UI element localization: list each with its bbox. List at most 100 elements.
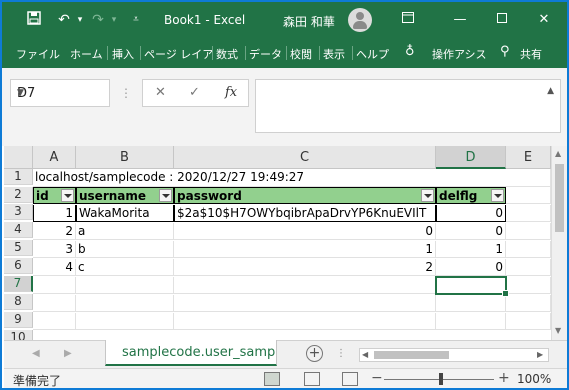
column-header-d[interactable]: D — [436, 146, 506, 169]
column-header-b[interactable]: B — [76, 146, 174, 169]
table-cell[interactable]: $2a$10$H7OWYbqibrApaDrvYP6KnuEVIlT — [174, 205, 436, 222]
undo-dropdown-icon[interactable]: ▾ — [70, 11, 90, 29]
empty-cell[interactable] — [506, 241, 551, 258]
vertical-scroll-thumb[interactable] — [555, 164, 564, 232]
table-cell[interactable]: 0 — [436, 223, 506, 240]
table-cell[interactable]: 0 — [436, 205, 506, 222]
zoom-slider-knob[interactable] — [439, 373, 443, 385]
header-cell-id[interactable]: id — [33, 187, 76, 204]
zoom-level[interactable]: 100% — [517, 372, 551, 386]
table-cell[interactable]: c — [76, 259, 174, 276]
empty-cell[interactable] — [33, 277, 76, 294]
splitter-dots-icon[interactable]: ⋮ — [336, 348, 346, 359]
avatar[interactable] — [348, 8, 372, 32]
empty-cell[interactable] — [174, 295, 436, 312]
empty-cell[interactable] — [506, 313, 551, 330]
sheet-prev-icon[interactable]: ◀ — [32, 348, 40, 359]
empty-cell[interactable] — [76, 295, 174, 312]
tab-review[interactable]: 校閲 — [290, 46, 312, 62]
empty-cell[interactable] — [174, 313, 436, 330]
column-header-e[interactable]: E — [506, 146, 551, 169]
empty-cell[interactable] — [33, 295, 76, 312]
cell-a1[interactable]: localhost/samplecode : 2020/12/27 19:49:… — [33, 169, 551, 187]
empty-cell[interactable] — [506, 205, 551, 222]
empty-cell[interactable] — [174, 277, 436, 294]
row-header-2[interactable]: 2 — [4, 187, 33, 203]
close-icon[interactable]: ✕ — [532, 9, 556, 31]
row-header-8[interactable]: 8 — [4, 294, 33, 310]
empty-cell[interactable] — [506, 223, 551, 240]
add-sheet-icon[interactable]: + — [306, 345, 323, 362]
minimize-icon[interactable]: — — [448, 9, 472, 31]
table-cell[interactable]: 3 — [33, 241, 76, 258]
table-cell[interactable]: WakaMorita — [76, 205, 174, 222]
table-cell[interactable]: 2 — [33, 223, 76, 240]
tab-formulas[interactable]: 数式 — [216, 46, 238, 62]
table-cell[interactable]: a — [76, 223, 174, 240]
table-cell[interactable]: 1 — [174, 241, 436, 258]
share-button[interactable]: 共有 — [520, 46, 542, 62]
table-cell[interactable]: 0 — [174, 223, 436, 240]
column-header-a[interactable]: A — [33, 146, 76, 169]
page-layout-view-icon[interactable] — [304, 372, 320, 386]
scroll-up-icon[interactable]: ▲ — [555, 149, 561, 158]
empty-cell[interactable] — [506, 295, 551, 312]
table-cell[interactable]: b — [76, 241, 174, 258]
sheet-tab-active[interactable]: samplecode.user_samp — [105, 340, 277, 366]
filter-dropdown-icon[interactable] — [61, 189, 74, 202]
scroll-left-icon[interactable]: ◀ — [362, 350, 368, 359]
table-cell[interactable]: 4 — [33, 259, 76, 276]
zoom-in-icon[interactable]: + — [498, 370, 510, 386]
enter-icon[interactable]: ✓ — [189, 85, 200, 100]
tab-view[interactable]: 表示 — [323, 46, 345, 62]
row-header-3[interactable]: 3 — [4, 204, 33, 220]
tab-home[interactable]: ホーム — [70, 46, 103, 62]
row-header-6[interactable]: 6 — [4, 258, 33, 274]
tab-page-layout[interactable]: ページ レイア — [144, 46, 213, 62]
table-cell[interactable]: 1 — [436, 241, 506, 258]
row-header-4[interactable]: 4 — [4, 222, 33, 238]
column-header-c[interactable]: C — [174, 146, 436, 169]
horizontal-scrollbar[interactable]: ◀ ▶ — [359, 348, 549, 362]
row-header-5[interactable]: 5 — [4, 240, 33, 256]
save-icon[interactable] — [24, 11, 44, 29]
empty-cell[interactable] — [76, 277, 174, 294]
tab-data[interactable]: データ — [249, 46, 282, 62]
share-icon[interactable]: ⚲ — [500, 44, 510, 59]
select-all-button[interactable] — [4, 146, 33, 169]
empty-cell[interactable] — [436, 313, 506, 330]
insert-function-icon[interactable]: fx — [225, 85, 237, 100]
normal-view-icon[interactable] — [264, 372, 280, 386]
formula-input[interactable]: ▲ — [255, 79, 561, 133]
tab-file[interactable]: ファイル — [16, 46, 60, 62]
vertical-scrollbar[interactable]: ▲ ▼ — [551, 146, 567, 340]
table-cell[interactable]: 0 — [436, 259, 506, 276]
empty-cell[interactable] — [76, 313, 174, 330]
header-cell-password[interactable]: password — [174, 187, 436, 204]
filter-dropdown-icon[interactable] — [491, 189, 504, 202]
name-box[interactable]: D7 ▼ — [10, 79, 110, 107]
active-cell-d7[interactable] — [435, 276, 509, 297]
row-header-10[interactable]: 10 — [4, 330, 33, 340]
redo-dropdown-icon[interactable]: ▾ — [104, 11, 124, 29]
cancel-icon[interactable]: ✕ — [155, 85, 166, 100]
empty-cell[interactable] — [506, 187, 551, 204]
worksheet-grid[interactable]: A B C D E 1 2 3 4 5 6 7 8 9 10 localhost… — [4, 146, 567, 340]
splitter-dots-icon[interactable]: ⋮ — [120, 86, 132, 100]
empty-cell[interactable] — [506, 277, 551, 294]
tab-help[interactable]: ヘルプ — [356, 46, 389, 62]
page-break-view-icon[interactable] — [342, 372, 358, 386]
customize-icon[interactable]: ⩡ — [126, 11, 146, 29]
row-header-1[interactable]: 1 — [4, 169, 33, 185]
scroll-down-icon[interactable]: ▼ — [555, 326, 561, 335]
tell-me-search[interactable]: 操作アシス — [432, 46, 487, 62]
header-cell-delflg[interactable]: delflg — [436, 187, 506, 204]
sheet-next-icon[interactable]: ▶ — [64, 348, 72, 359]
tab-insert[interactable]: 挿入 — [112, 46, 134, 62]
zoom-out-icon[interactable]: − — [371, 370, 383, 386]
ribbon-display-options-icon[interactable] — [396, 9, 420, 31]
row-header-7[interactable]: 7 — [4, 276, 33, 292]
scroll-right-icon[interactable]: ▶ — [537, 350, 543, 359]
filter-dropdown-icon[interactable] — [421, 189, 434, 202]
maximize-icon[interactable] — [490, 9, 514, 31]
